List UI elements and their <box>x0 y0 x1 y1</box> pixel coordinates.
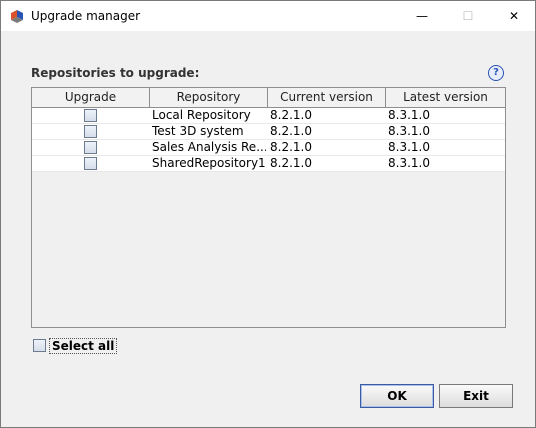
table-row[interactable]: Sales Analysis Re... 8.2.1.0 8.3.1.0 <box>32 140 505 156</box>
upgrade-checkbox[interactable] <box>84 141 97 154</box>
upgrade-cell <box>32 108 150 124</box>
section-label: Repositories to upgrade: <box>31 66 200 80</box>
close-button[interactable]: ✕ <box>491 1 535 31</box>
column-header-upgrade[interactable]: Upgrade <box>32 88 150 107</box>
repository-cell: Sales Analysis Re... <box>152 140 266 154</box>
repository-cell: SharedRepository1 <box>152 156 266 170</box>
window-title: Upgrade manager <box>31 9 141 23</box>
title-bar: Upgrade manager — ☐ ✕ <box>1 1 535 31</box>
upgrade-manager-window: Upgrade manager — ☐ ✕ Repositories to up… <box>0 0 536 428</box>
current-version-cell: 8.2.1.0 <box>270 140 312 154</box>
table-header: Upgrade Repository Current version Lates… <box>32 88 505 108</box>
upgrade-checkbox[interactable] <box>84 157 97 170</box>
minimize-button[interactable]: — <box>399 1 445 31</box>
upgrade-cell <box>32 140 150 156</box>
table-row[interactable]: Local Repository 8.2.1.0 8.3.1.0 <box>32 108 505 124</box>
column-header-repository[interactable]: Repository <box>150 88 268 107</box>
maximize-button[interactable]: ☐ <box>445 1 491 31</box>
table-row[interactable]: Test 3D system 8.2.1.0 8.3.1.0 <box>32 124 505 140</box>
latest-version-cell: 8.3.1.0 <box>388 140 430 154</box>
upgrade-cell <box>32 156 150 172</box>
upgrade-checkbox[interactable] <box>84 125 97 138</box>
repository-cell: Test 3D system <box>152 124 244 138</box>
upgrade-checkbox[interactable] <box>84 109 97 122</box>
current-version-cell: 8.2.1.0 <box>270 156 312 170</box>
app-logo-icon <box>11 10 23 23</box>
select-all-box[interactable] <box>33 339 46 352</box>
repositories-table: Upgrade Repository Current version Lates… <box>31 87 506 328</box>
select-all-label[interactable]: Select all <box>49 338 118 354</box>
current-version-cell: 8.2.1.0 <box>270 124 312 138</box>
column-header-current-version[interactable]: Current version <box>268 88 386 107</box>
column-header-latest-version[interactable]: Latest version <box>386 88 505 107</box>
help-icon[interactable]: ? <box>488 65 504 81</box>
ok-button[interactable]: OK <box>360 384 434 408</box>
latest-version-cell: 8.3.1.0 <box>388 124 430 138</box>
repository-cell: Local Repository <box>152 108 251 122</box>
upgrade-cell <box>32 124 150 140</box>
table-row[interactable]: SharedRepository1 8.2.1.0 8.3.1.0 <box>32 156 505 172</box>
current-version-cell: 8.2.1.0 <box>270 108 312 122</box>
latest-version-cell: 8.3.1.0 <box>388 156 430 170</box>
exit-button[interactable]: Exit <box>439 384 513 408</box>
latest-version-cell: 8.3.1.0 <box>388 108 430 122</box>
